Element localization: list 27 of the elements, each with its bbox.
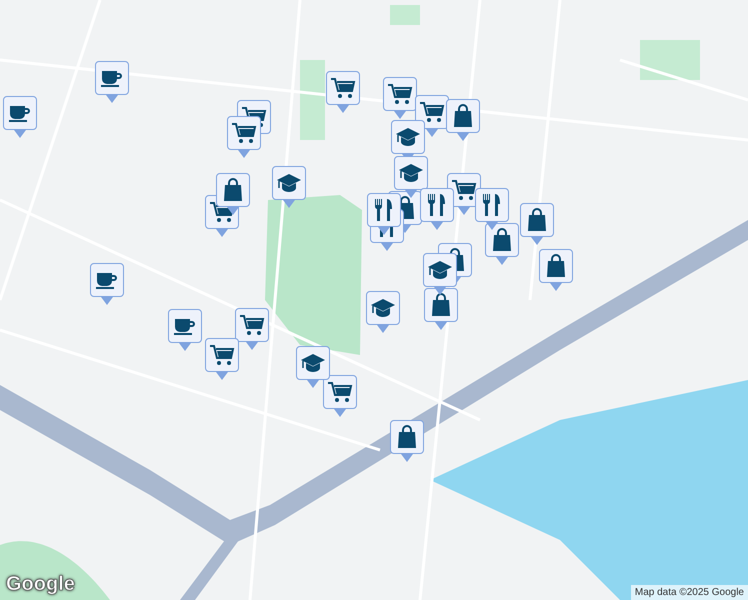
coffee-cup-icon (95, 270, 119, 290)
shopping-cart-icon (231, 122, 257, 144)
shopping-cart-icon (330, 77, 356, 99)
shopping-cart-icon (451, 179, 477, 201)
shopping-cart-icon (387, 83, 413, 105)
shopping-cart-icon (419, 101, 445, 123)
map-attribution: Map data ©2025 Google (630, 585, 748, 600)
shopping-bag-icon (396, 425, 418, 449)
graduation-cap-icon (398, 163, 424, 183)
map-logo: Google (6, 573, 75, 596)
shopping-bag-icon (430, 293, 452, 317)
graduation-cap-icon (300, 353, 326, 373)
shopping-cart-icon (327, 381, 353, 403)
shopping-bag-icon (452, 104, 474, 128)
shopping-cart-icon (239, 314, 265, 336)
graduation-cap-icon (276, 173, 302, 193)
shopping-cart-icon (209, 344, 235, 366)
graduation-cap-icon (395, 127, 421, 147)
coffee-cup-icon (8, 103, 32, 123)
shopping-bag-icon (222, 178, 244, 202)
graduation-cap-icon (370, 298, 396, 318)
shopping-bag-icon (545, 254, 567, 278)
shopping-bag-icon (491, 228, 513, 252)
coffee-cup-icon (100, 68, 124, 88)
coffee-cup-icon (173, 316, 197, 336)
shopping-bag-icon (526, 208, 548, 232)
graduation-cap-icon (427, 260, 453, 280)
